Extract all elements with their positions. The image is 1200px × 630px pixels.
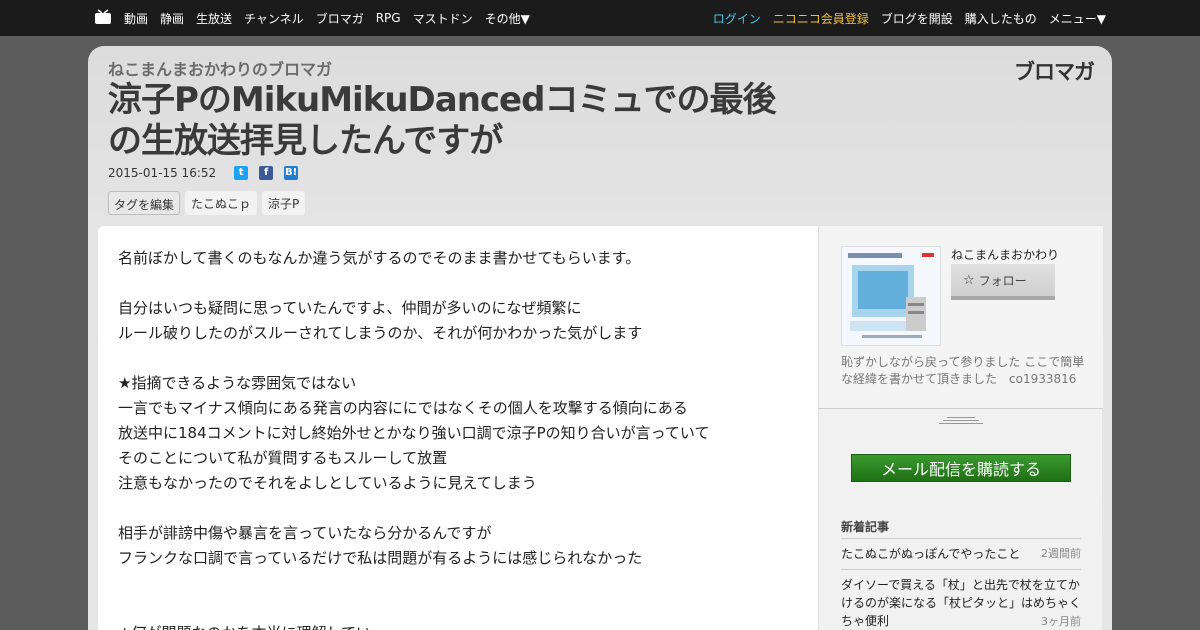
tag-list: タグを編集 たこぬこｐ 涼子P [108,191,310,215]
body-line: 注意もなかったのでそれをよしとしているように見えてしまう [118,474,537,492]
body-line: 一言でもマイナス傾向にある発言の内容ににではなくその個人を攻撃する傾向にある [118,399,688,417]
nav-mastodon[interactable]: マストドン [413,10,473,27]
login-link[interactable]: ログイン [713,10,761,27]
recent-article-time: 2週間前 [1041,547,1081,560]
body-line: 放送中に184コメントに対し終始外せとかなり強い口調で涼子Pの知り合いが言ってい… [118,424,710,442]
article-title: 涼子PのMikuMikuDancedコミュでの最後の生放送拝見したんですが [108,80,776,161]
author-avatar[interactable] [841,246,941,346]
nav-video[interactable]: 動画 [124,10,148,27]
recent-articles: 新着記事 たこぬこがぬっぽんでやったこと 2週間前 ダイソーで買える「杖」と出先… [841,518,1081,630]
nav-other-menu[interactable]: その他▼ [485,10,530,27]
nav-live[interactable]: 生放送 [196,10,232,27]
nav-right: ログイン ニコニコ会員登録 ブログを開設 購入したもの メニュー▼ [701,0,1106,36]
author-description: 恥ずかしながら戻って参りました ここで簡単な経緯を書かせて頂きました co193… [841,355,1085,386]
niconico-tv-icon[interactable] [94,9,112,25]
body-line: 相手が誹謗中傷や暴言を言っていたなら分かるんですが [118,524,492,542]
blomaga-logo[interactable]: ブロマガ [1014,56,1095,86]
nav-left: 動画 静画 生放送 チャンネル ブロマガ RPG マストドン その他▼ [94,0,542,36]
tag-item[interactable]: たこぬこｐ [185,191,258,215]
divider-handle-icon [939,415,983,425]
follow-label: フォロー [978,273,1027,288]
body-line: 自分はいつも疑問に思っていたんですよ、仲間が多いのになぜ頻繁に [118,299,582,317]
article-date: 2015-01-15 16:52 [108,166,217,180]
recent-article-time: 3ヶ月前 [1041,615,1081,628]
hatena-bookmark-icon[interactable]: B! [284,166,299,180]
open-blog-link[interactable]: ブログを開設 [881,10,953,27]
body-line: ★何が問題なのかを本当に理解してい [118,621,798,630]
article-meta: 2015-01-15 16:52 t f B! [108,166,309,180]
register-link[interactable]: ニコニコ会員登録 [773,10,869,27]
avatar-pc-image [842,247,940,345]
facebook-share-icon[interactable]: f [259,166,274,180]
nav-seiga[interactable]: 静画 [160,10,184,27]
recent-article-item[interactable]: ダイソーで買える「杖」と出先で杖を立てかけるのが楽になる「杖ピタッと」はめちゃく… [841,570,1081,630]
body-line: ルール破りしたのがスルーされてしまうのか、それが何かわかった気がします [118,324,643,342]
author-profile: ねこまんまおかわり ☆ フォロー 恥ずかしながら戻って参りました ここで簡単な経… [819,226,1103,409]
body-line: ★指摘できるような雰囲気ではない [118,374,357,392]
nav-blomaga[interactable]: ブロマガ [316,10,364,27]
tag-item[interactable]: 涼子P [262,191,306,215]
twitter-share-icon[interactable]: t [234,166,249,180]
top-navigation-bar: 動画 静画 生放送 チャンネル ブロマガ RPG マストドン その他▼ ログイン… [0,0,1200,36]
nav-channel[interactable]: チャンネル [244,10,304,27]
recent-article-title: たこぬこがぬっぽんでやったこと [841,547,1021,561]
follow-button[interactable]: ☆ フォロー [951,264,1055,300]
article-body: 名前ぼかして書くのもなんか違う気がするのでそのまま書かせてもらいます。 自分はい… [98,226,818,630]
sidebar: ねこまんまおかわり ☆ フォロー 恥ずかしながら戻って参りました ここで簡単な経… [818,226,1103,630]
share-buttons: t f B! [234,166,309,180]
star-icon: ☆ [963,272,975,288]
body-line: 名前ぼかして書くのもなんか違う気がするのでそのまま書かせてもらいます。 [118,249,641,267]
edit-tags-button[interactable]: タグを編集 [108,191,181,215]
menu-dropdown[interactable]: メニュー▼ [1049,10,1106,27]
recent-article-item[interactable]: たこぬこがぬっぽんでやったこと 2週間前 [841,539,1081,570]
subscribe-email-button[interactable]: メール配信を購読する [851,454,1071,482]
body-line: フランクな口調で言っているだけで私は問題が有るようには感じられなかった [118,549,643,567]
author-name-link[interactable]: ねこまんまおかわり [951,246,1059,263]
blog-name-link[interactable]: ねこまんまおかわりのブロマガ [108,56,332,80]
body-line: そのことについて私が質問するもスルーして放置 [118,449,448,467]
nav-rpg[interactable]: RPG [376,11,401,25]
purchases-link[interactable]: 購入したもの [965,10,1037,27]
recent-articles-heading: 新着記事 [841,518,1081,539]
